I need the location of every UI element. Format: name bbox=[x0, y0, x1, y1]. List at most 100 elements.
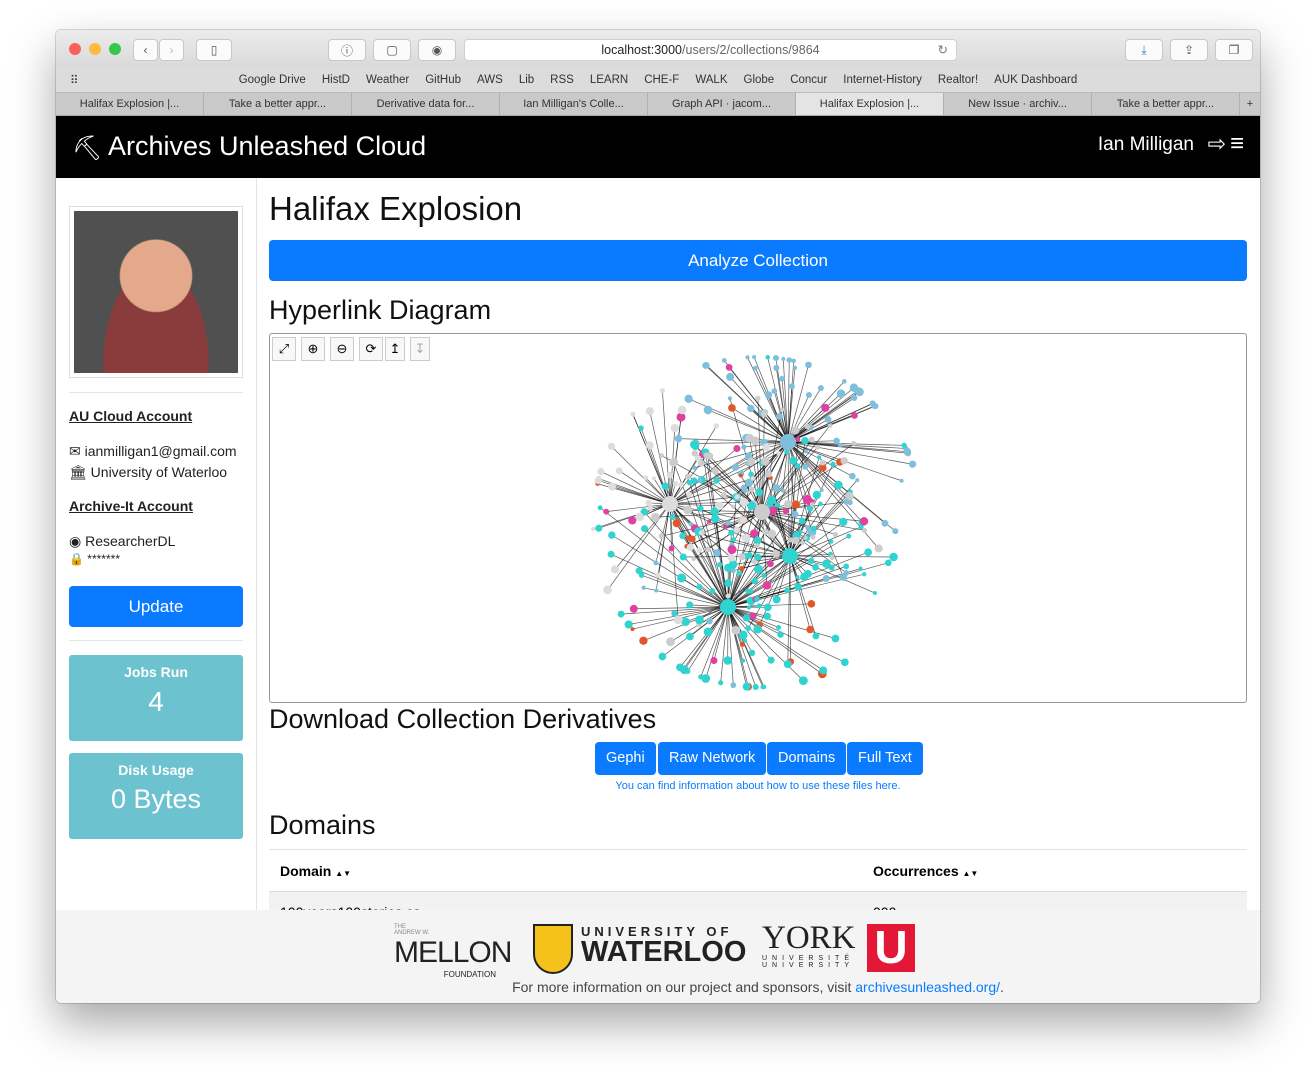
graph-node[interactable] bbox=[746, 457, 756, 466]
graph-node[interactable] bbox=[651, 512, 660, 522]
graph-node[interactable] bbox=[740, 658, 746, 663]
graph-node[interactable] bbox=[703, 405, 713, 415]
graph-node[interactable] bbox=[775, 502, 781, 508]
graph-node[interactable] bbox=[597, 505, 603, 511]
graph-node[interactable] bbox=[805, 361, 812, 369]
graph-node[interactable] bbox=[730, 568, 736, 574]
graph-node[interactable] bbox=[733, 526, 741, 534]
graph-node[interactable] bbox=[630, 412, 636, 417]
graph-node[interactable] bbox=[594, 476, 603, 485]
graph-node[interactable] bbox=[822, 575, 830, 582]
tabs-overview-icon[interactable]: ❐ bbox=[1215, 39, 1253, 61]
graph-node[interactable] bbox=[747, 503, 755, 511]
bookmark-item[interactable]: Weather bbox=[366, 74, 409, 86]
graph-node[interactable] bbox=[718, 680, 724, 686]
graph-node[interactable] bbox=[697, 477, 703, 483]
graph-node[interactable] bbox=[678, 482, 684, 488]
apps-grid-icon[interactable]: ⠿ bbox=[70, 73, 78, 87]
graph-node[interactable] bbox=[692, 465, 697, 470]
graph-node[interactable] bbox=[761, 572, 767, 578]
graph-node[interactable] bbox=[849, 383, 859, 392]
graph-node[interactable] bbox=[802, 463, 809, 470]
graph-node[interactable] bbox=[685, 535, 691, 541]
graph-node[interactable] bbox=[661, 482, 669, 490]
graph-node[interactable] bbox=[818, 501, 823, 507]
graph-node[interactable] bbox=[773, 364, 780, 371]
graph-node[interactable] bbox=[607, 550, 615, 558]
graph-node[interactable] bbox=[697, 505, 704, 512]
graph-node[interactable] bbox=[836, 389, 846, 398]
graph-node[interactable] bbox=[874, 544, 883, 553]
graph-node[interactable] bbox=[800, 572, 809, 581]
graph-node[interactable] bbox=[737, 571, 743, 576]
graph-node[interactable] bbox=[908, 460, 917, 468]
graph-node[interactable] bbox=[698, 530, 703, 535]
graph-node[interactable] bbox=[739, 641, 745, 647]
graph-node[interactable] bbox=[772, 595, 781, 604]
graph-node[interactable] bbox=[801, 437, 809, 445]
graph-node[interactable] bbox=[691, 556, 696, 561]
graph-node[interactable] bbox=[686, 479, 693, 486]
graph-node[interactable] bbox=[776, 450, 781, 456]
graph-node[interactable] bbox=[672, 519, 681, 528]
graph-node[interactable] bbox=[624, 620, 633, 629]
column-header-domain[interactable]: Domain ▲▼ bbox=[280, 863, 351, 879]
graph-node[interactable] bbox=[677, 573, 687, 583]
graph-node[interactable] bbox=[812, 490, 822, 500]
address-bar[interactable]: localhost:3000/users/2/collections/9864 ↻ bbox=[464, 39, 957, 61]
graph-node[interactable] bbox=[709, 588, 716, 594]
graph-node[interactable] bbox=[715, 501, 724, 510]
graph-node[interactable] bbox=[881, 519, 889, 527]
graph-node[interactable] bbox=[871, 404, 876, 409]
info-icon[interactable]: ⓘ bbox=[328, 39, 366, 61]
logout-icon[interactable]: ⇨ bbox=[1208, 131, 1226, 157]
graph-node[interactable] bbox=[765, 355, 770, 360]
graph-node[interactable] bbox=[641, 525, 649, 533]
full-text-button[interactable]: Full Text bbox=[847, 742, 923, 775]
graph-node[interactable] bbox=[742, 487, 748, 493]
graph-node[interactable] bbox=[750, 529, 759, 538]
graph-node[interactable] bbox=[862, 572, 867, 577]
graph-node[interactable] bbox=[864, 548, 872, 557]
graph-node[interactable] bbox=[841, 658, 849, 667]
browser-tab[interactable]: Ian Milligan's Colle... bbox=[500, 93, 648, 115]
graph-node[interactable] bbox=[685, 668, 691, 674]
graph-node[interactable] bbox=[686, 491, 692, 498]
bookmark-item[interactable]: Globe bbox=[744, 74, 775, 86]
graph-node[interactable] bbox=[808, 557, 815, 564]
graph-node[interactable] bbox=[749, 487, 755, 493]
graph-node[interactable] bbox=[645, 407, 654, 416]
graph-node[interactable] bbox=[808, 436, 815, 443]
graph-node[interactable] bbox=[746, 605, 752, 610]
graph-node[interactable] bbox=[647, 505, 653, 511]
graph-node[interactable] bbox=[779, 407, 785, 413]
graph-node[interactable] bbox=[654, 588, 659, 593]
graph-node[interactable] bbox=[615, 467, 623, 475]
graph-node[interactable] bbox=[772, 354, 779, 362]
graph-node[interactable] bbox=[638, 425, 644, 431]
graph-node[interactable] bbox=[706, 617, 713, 625]
forward-icon[interactable]: › bbox=[159, 39, 184, 61]
graph-node[interactable] bbox=[679, 553, 687, 561]
graph-node[interactable] bbox=[827, 423, 833, 428]
graph-node[interactable] bbox=[696, 546, 703, 553]
graph-node[interactable] bbox=[756, 603, 762, 609]
graph-node[interactable] bbox=[727, 553, 736, 562]
graph-node[interactable] bbox=[721, 358, 727, 363]
graph-node[interactable] bbox=[791, 500, 801, 509]
graph-node[interactable] bbox=[645, 499, 653, 507]
graph-node[interactable] bbox=[846, 533, 852, 539]
graph-node[interactable] bbox=[674, 434, 683, 443]
graph-node[interactable] bbox=[655, 572, 661, 579]
graph-node[interactable] bbox=[750, 436, 760, 446]
graph-node[interactable] bbox=[739, 516, 748, 524]
graph-node[interactable] bbox=[710, 656, 718, 665]
graph-node[interactable] bbox=[884, 559, 892, 567]
graph-node[interactable] bbox=[686, 601, 694, 609]
graph-node[interactable] bbox=[764, 470, 773, 478]
graph-node[interactable] bbox=[828, 539, 834, 544]
graph-node[interactable] bbox=[789, 456, 798, 465]
graph-node[interactable] bbox=[731, 625, 741, 635]
graph-node[interactable] bbox=[800, 540, 805, 545]
graph-node[interactable] bbox=[815, 444, 820, 450]
